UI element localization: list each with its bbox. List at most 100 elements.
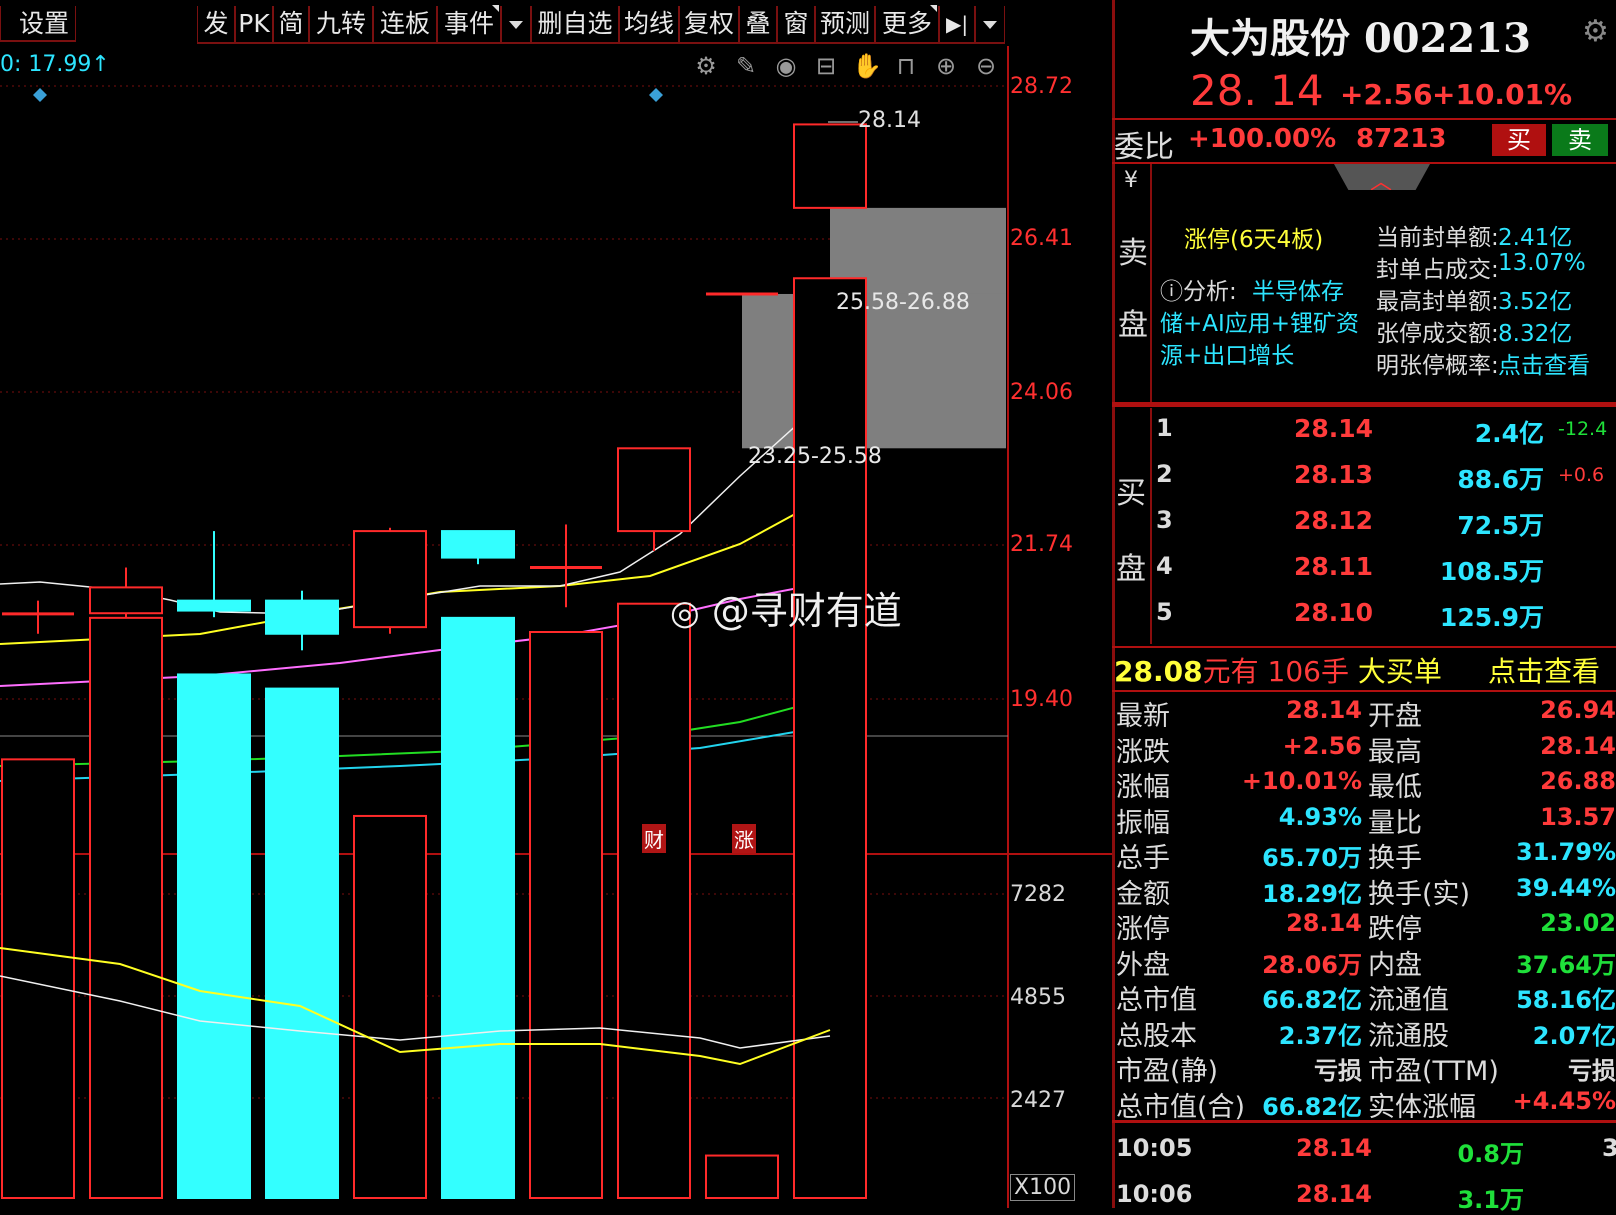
quote-value: +10.01% xyxy=(1241,767,1362,795)
price-tick: 24.06 xyxy=(1010,380,1073,405)
dropdown-button[interactable] xyxy=(501,6,531,44)
buy-side-label: 买 xyxy=(1116,476,1146,511)
gap-zone-lower xyxy=(742,293,1006,449)
quote-label: 换手 xyxy=(1368,843,1422,874)
quote-value: +4.45% xyxy=(1512,1086,1616,1115)
big-order-count: 106手 xyxy=(1267,655,1349,688)
quote-value: 28.14 xyxy=(1540,731,1616,760)
gear-icon[interactable]: ⚙ xyxy=(1582,14,1609,49)
kline-chart[interactable] xyxy=(0,46,1112,1208)
tick-time: 10:06 xyxy=(1116,1180,1193,1208)
candle-body xyxy=(265,599,339,635)
limit-up-marker[interactable]: 涨 xyxy=(732,824,756,853)
forecast-button[interactable]: 预测 xyxy=(815,6,875,44)
toolbar-menu-button[interactable] xyxy=(975,6,1005,44)
events-button[interactable]: 事件 xyxy=(437,5,501,44)
limit-stat-value: 8.32亿 xyxy=(1498,321,1573,347)
limit-stat-value[interactable]: 点击查看 xyxy=(1498,346,1590,380)
tick-count: 3 xyxy=(1602,1134,1616,1162)
tick-price: 28.14 xyxy=(1296,1134,1372,1162)
limit-stat-label: 张停成交额: xyxy=(1376,321,1499,347)
bid-volume: 125.9万 xyxy=(1439,603,1544,632)
limit-stat-label: 最高封单额: xyxy=(1376,289,1499,315)
toolbar: 设置 发 PK 简 九转 连板 事件 删自选 均线 复权 叠 窗 预测 更多 ▶… xyxy=(0,0,1010,46)
quote-value: 13.57 xyxy=(1540,802,1616,831)
remove-watchlist-button[interactable]: 删自选 xyxy=(531,6,619,44)
collapse-tab[interactable]: ︿ xyxy=(1334,164,1430,190)
quote-label: 涨幅 xyxy=(1116,772,1170,803)
yen-icon: ¥ xyxy=(1124,168,1138,193)
big-order-text: 元有 xyxy=(1202,655,1259,688)
overlay-button[interactable]: 叠 xyxy=(739,6,777,44)
separator xyxy=(1150,408,1152,644)
analysis-text[interactable]: 半导体存 xyxy=(1252,272,1344,306)
limit-stat-label: 当前封单额: xyxy=(1376,225,1499,251)
quote-label: 市盈(TTM) xyxy=(1368,1056,1499,1087)
analysis-text[interactable]: 源+出口增长 xyxy=(1160,336,1294,370)
volume-bar xyxy=(353,814,427,1199)
watermark: ◎ @寻财有道 xyxy=(670,580,902,635)
quote-value: 26.94 xyxy=(1540,696,1616,724)
order-ratio-volume: 87213 xyxy=(1356,124,1447,154)
candle-body xyxy=(441,530,515,559)
events-label: 事件 xyxy=(443,9,494,38)
volume-bar xyxy=(705,1154,779,1200)
volume-bar xyxy=(793,277,867,1199)
adjust-button[interactable]: 复权 xyxy=(679,6,739,44)
analysis-text[interactable]: 储+AI应用+锂矿资 xyxy=(1160,304,1359,338)
quote-value: 23.02 xyxy=(1540,909,1616,937)
separator xyxy=(1112,402,1616,407)
settings-button[interactable]: 设置 xyxy=(0,6,76,42)
quote-label: 涨停 xyxy=(1116,914,1170,945)
buy-side-label: 盘 xyxy=(1116,552,1146,587)
quote-panel: 大为股份 002213 ⚙ 28. 14 +2.56 +10.01% 委比 +1… xyxy=(1112,0,1616,1214)
bid-price: 28.14 xyxy=(1294,414,1374,443)
bid-level: 2 xyxy=(1156,460,1173,488)
more-button[interactable]: 更多 xyxy=(875,5,939,44)
quote-label: 总股本 xyxy=(1116,1020,1197,1052)
quote-label: 量比 xyxy=(1368,807,1422,839)
caret-down-icon xyxy=(509,21,523,29)
volume-tick: 4855 xyxy=(1010,985,1066,1010)
sell-button[interactable]: 卖 xyxy=(1552,124,1608,156)
zone-upper-label: 25.58-26.88 xyxy=(836,290,970,315)
quote-label: 跌停 xyxy=(1368,914,1422,945)
quote-label: 金额 xyxy=(1116,878,1170,910)
quote-value: 28.14 xyxy=(1286,909,1362,937)
big-order-bar[interactable]: 28.08元有 106手 大买单 xyxy=(1114,650,1442,690)
simple-button[interactable]: 简 xyxy=(273,6,309,44)
volume-unit: X100 xyxy=(1010,1174,1076,1201)
limit-stat-label: 明张停概率: xyxy=(1376,353,1499,379)
quote-label: 换手(实) xyxy=(1368,878,1471,910)
volume-bar xyxy=(89,616,163,1199)
streak-button[interactable]: 连板 xyxy=(373,6,437,44)
bid-volume: 2.4亿 xyxy=(1474,419,1544,448)
ma-button[interactable]: 均线 xyxy=(619,6,679,44)
window-button[interactable]: 窗 xyxy=(777,6,815,44)
bid-delta: +0.6 xyxy=(1558,464,1605,486)
quote-label: 最新 xyxy=(1116,701,1170,732)
buy-button[interactable]: 买 xyxy=(1492,124,1546,156)
big-order-link[interactable]: 点击查看 xyxy=(1488,650,1600,690)
quote-value: 37.64万 xyxy=(1516,950,1616,979)
quote-value: 31.79% xyxy=(1516,838,1616,866)
quote-label: 总手 xyxy=(1116,843,1170,874)
quote-label: 外盘 xyxy=(1116,949,1170,981)
nine-turn-button[interactable]: 九转 xyxy=(309,6,373,44)
publish-button[interactable]: 发 xyxy=(197,6,235,44)
collapse-right-icon[interactable]: ▶| xyxy=(939,6,975,44)
candle-body xyxy=(177,599,251,612)
finance-marker[interactable]: 财 xyxy=(642,824,666,853)
pk-button[interactable]: PK xyxy=(235,6,273,44)
stock-code: 002213 xyxy=(1363,15,1531,62)
candle-body xyxy=(617,447,691,533)
tick-volume: 3.1万 xyxy=(1457,1186,1524,1214)
zone-lower-label: 23.25-25.58 xyxy=(748,444,882,469)
bid-level: 3 xyxy=(1156,506,1173,534)
separator xyxy=(1112,162,1616,164)
quote-label: 总市值 xyxy=(1116,985,1197,1016)
separator xyxy=(1112,690,1616,692)
bid-volume: 108.5万 xyxy=(1439,557,1544,586)
price-change-pct: +10.01% xyxy=(1432,78,1573,111)
bid-level: 4 xyxy=(1156,552,1173,580)
